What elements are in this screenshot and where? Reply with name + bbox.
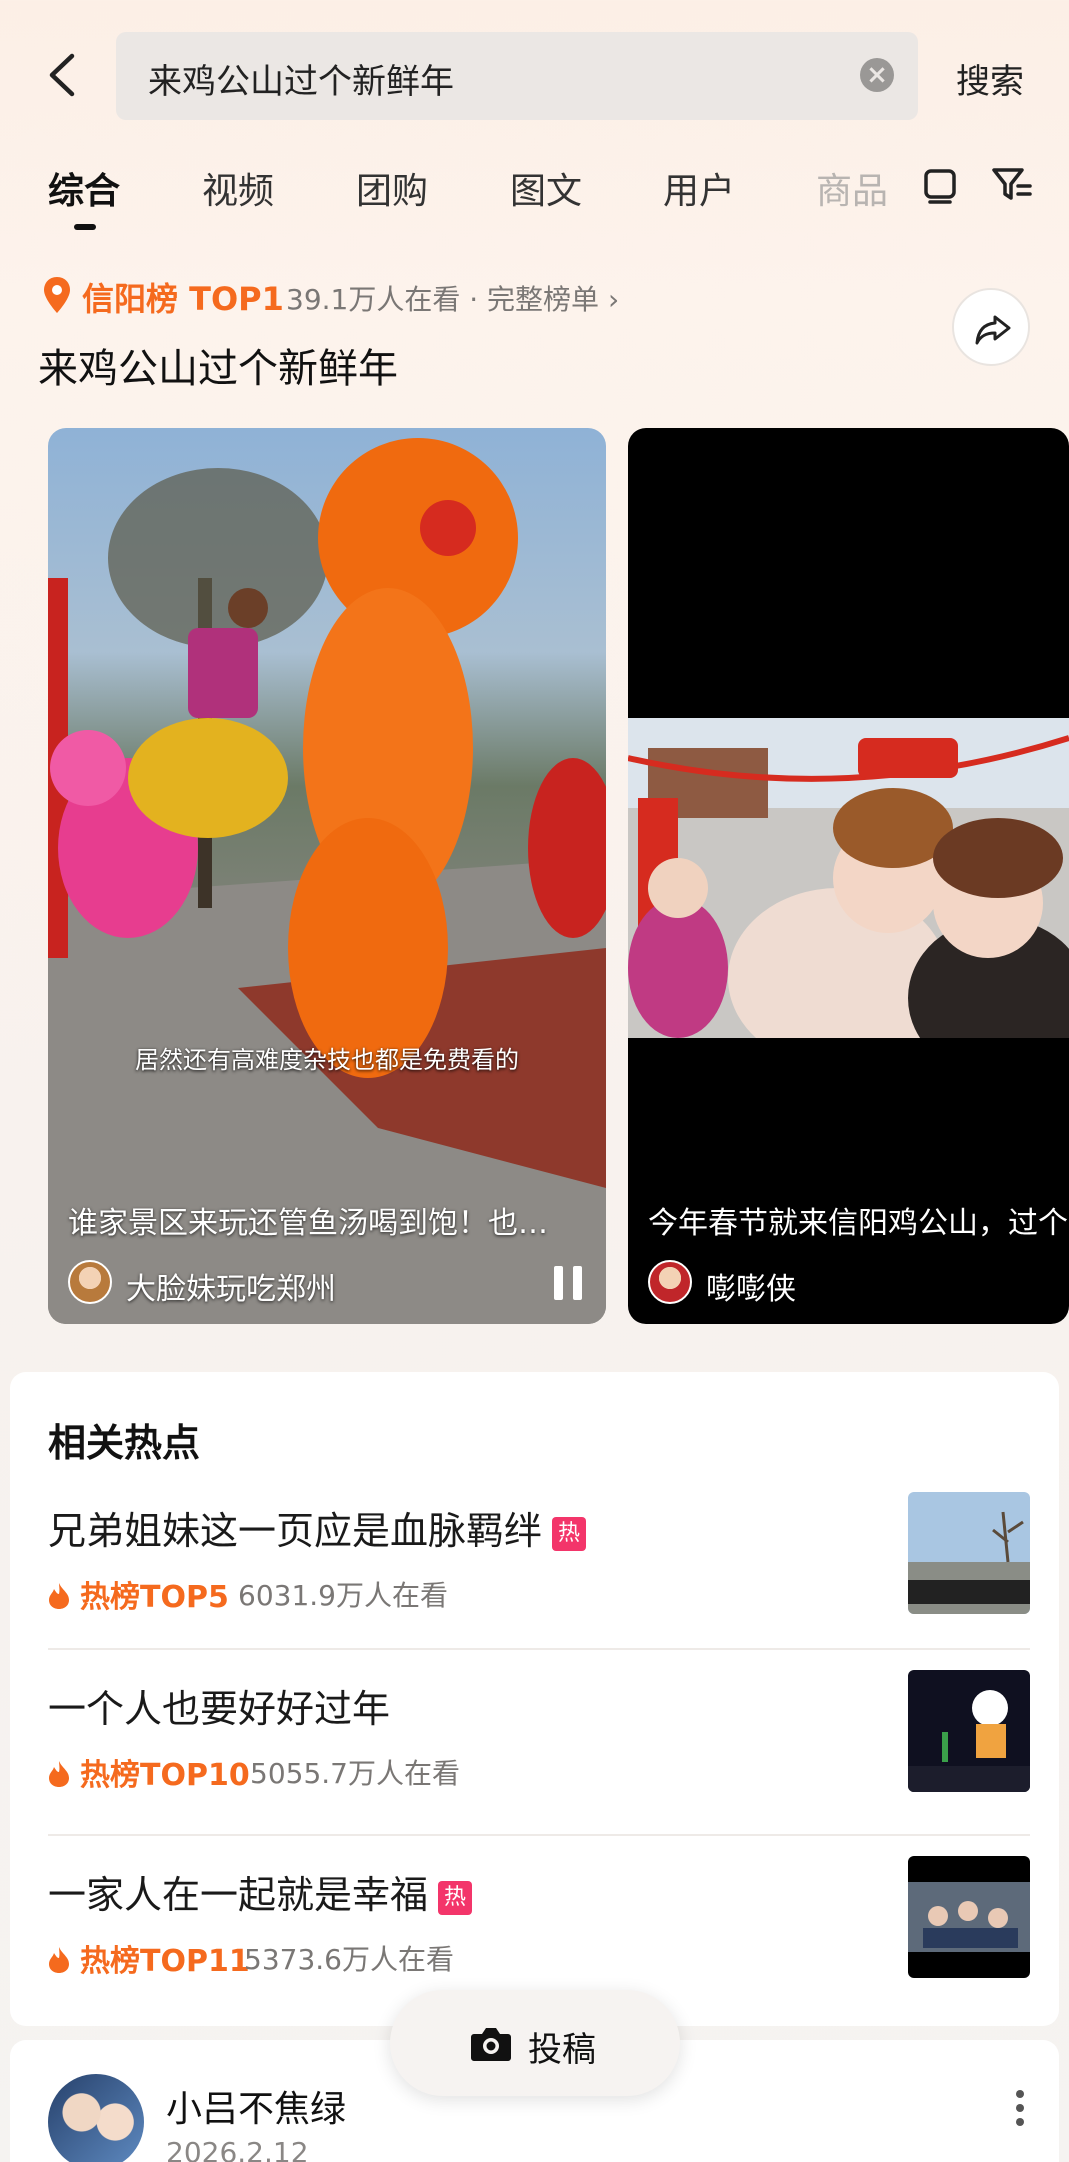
list-item[interactable]: 一个人也要好好过年 热榜TOP10 5055.7万人在看 [48,1648,1030,1834]
avatar[interactable] [48,2074,144,2162]
hot-rank-label: 热榜TOP11 [80,1944,250,1979]
rank-label[interactable]: 信阳榜 TOP1 [82,274,284,320]
topic-thumbnail [908,1670,1030,1792]
video-subtitle: 居然还有高难度杂技也都是免费看的 [135,1046,519,1074]
clear-icon[interactable]: × [860,58,894,92]
more-options-icon[interactable] [1015,2088,1025,2128]
pause-icon[interactable] [554,1266,582,1300]
view-count: 6031.9万人在看 [238,1579,448,1612]
tab-users[interactable]: 用户 [663,162,735,214]
list-item[interactable]: 兄弟姐妹这一页应是血脉羁绊热 热榜TOP5 6031.9万人在看 [48,1472,1030,1658]
author-avatar[interactable] [648,1260,692,1304]
hot-topic-text: 兄弟姐妹这一页应是血脉羁绊 [48,1509,543,1553]
tab-image-text[interactable]: 图文 [510,162,582,214]
hot-rank: 热榜TOP5 [48,1572,229,1616]
video-card[interactable]: 居然还有高难度杂技也都是免费看的 谁家景区来玩还管鱼汤喝到饱！也… 大脸妹玩吃郑… [48,428,606,1324]
author-name[interactable]: 嘭嘭侠 [706,1264,796,1308]
view-count: 5373.6万人在看 [244,1943,454,1976]
post-date: 2026.2.12 [166,2136,309,2162]
flame-icon [49,1583,69,1609]
tab-video[interactable]: 视频 [202,162,274,214]
hot-badge: 热 [552,1517,587,1551]
view-count: 5055.7万人在看 [250,1757,460,1790]
video-description: 谁家景区来玩还管鱼汤喝到饱！也… [68,1206,548,1241]
result-tabs: 综合 视频 团购 图文 用户 商品 [0,156,1069,236]
tab-group-buy[interactable]: 团购 [356,162,428,214]
video-card[interactable]: 今年春节就来信阳鸡公山，过个 嘭嘭侠 [628,428,1069,1324]
topic-thumbnail [908,1856,1030,1978]
video-thumbnail [628,718,1069,1038]
layout-toggle-icon[interactable] [918,162,962,206]
hot-topic-text: 一家人在一起就是幸福 [48,1873,429,1917]
hot-rank-label: 热榜TOP5 [80,1580,229,1615]
hot-topic-text-row: 兄弟姐妹这一页应是血脉羁绊热 [48,1500,587,1555]
share-icon [975,315,1011,345]
topic-thumbnail [908,1492,1030,1614]
hot-rank-label: 热榜TOP10 [80,1758,250,1793]
author-avatar[interactable] [68,1260,112,1304]
video-thumbnail [48,438,606,1324]
tab-general[interactable]: 综合 [48,162,120,214]
hot-badge: 热 [438,1881,473,1915]
share-button[interactable] [952,288,1030,366]
active-tab-indicator [74,224,96,230]
location-pin-icon [44,277,70,313]
video-description: 今年春节就来信阳鸡公山，过个 [648,1206,1068,1241]
search-query[interactable]: 来鸡公山过个新鲜年 [148,54,454,103]
camera-icon [471,2028,511,2061]
search-button[interactable]: 搜索 [956,54,1024,103]
video-carousel: 居然还有高难度杂技也都是免费看的 谁家景区来玩还管鱼汤喝到饱！也… 大脸妹玩吃郑… [0,428,1069,1328]
author-name[interactable]: 大脸妹玩吃郑州 [126,1264,336,1308]
hot-rank: 热榜TOP11 [48,1936,250,1980]
search-bar: 来鸡公山过个新鲜年 × 搜索 [0,28,1069,124]
flame-icon [49,1761,69,1787]
hot-topic-title[interactable]: 来鸡公山过个新鲜年 [38,336,398,394]
hot-topic-text-row: 一家人在一起就是幸福热 [48,1864,473,1919]
back-arrow-icon[interactable] [40,50,90,100]
submit-label: 投稿 [528,2030,596,2070]
section-title: 相关热点 [48,1421,201,1465]
tab-products[interactable]: 商品 [816,162,888,214]
post-author-name[interactable]: 小吕不焦绿 [166,2080,346,2132]
full-ranking-link[interactable]: 39.1万人在看 · 完整榜单 › [286,278,619,318]
hot-topic-text: 一个人也要好好过年 [48,1687,391,1731]
search-input[interactable]: 来鸡公山过个新鲜年 × [116,32,918,120]
flame-icon [49,1947,69,1973]
submit-post-button[interactable]: 投稿 [390,1990,680,2096]
hot-rank: 热榜TOP10 [48,1750,250,1794]
hot-list-header: 信阳榜 TOP1 39.1万人在看 · 完整榜单 › 来鸡公山过个新鲜年 [38,270,1038,410]
filter-icon[interactable] [990,162,1034,206]
related-hot-topics: 相关热点 兄弟姐妹这一页应是血脉羁绊热 热榜TOP5 6031.9万人在看 一个… [10,1372,1059,2026]
